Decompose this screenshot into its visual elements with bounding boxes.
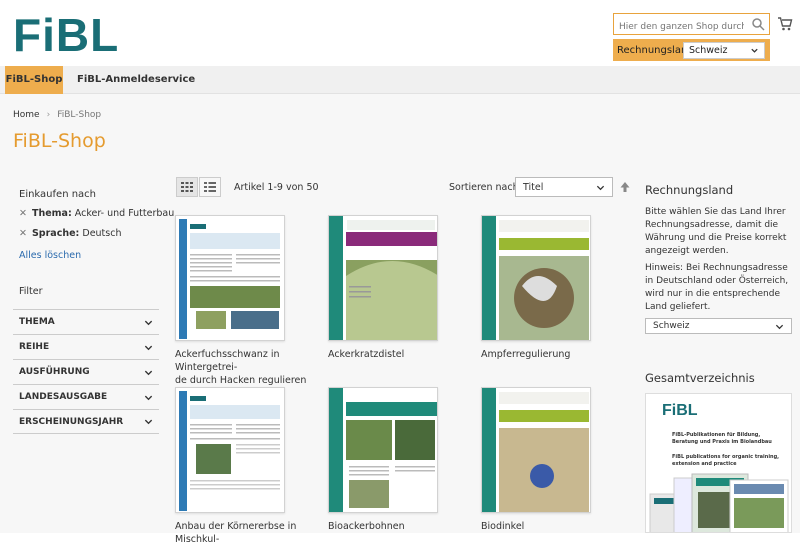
product-title[interactable]: Bioackerbohnen	[328, 520, 478, 533]
filter-heading: Filter	[19, 286, 43, 297]
fibl-logo[interactable]: FiBL	[13, 12, 119, 58]
breadcrumb-home[interactable]: Home	[13, 110, 40, 120]
list-icon	[204, 182, 216, 192]
product-cover-image	[176, 216, 284, 340]
billing-country-bar: Rechnungsland Schweiz	[613, 39, 770, 61]
chevron-down-icon	[751, 48, 758, 53]
chevron-down-icon	[775, 324, 784, 329]
billing-country-select-sidebar[interactable]: Schweiz	[645, 318, 792, 334]
remove-filter-icon[interactable]: ✕	[19, 228, 27, 239]
product-card[interactable]	[328, 387, 438, 513]
billing-country-value: Schweiz	[689, 44, 728, 56]
product-title[interactable]: Anbau der Körnererbse in Mischkul-	[175, 520, 325, 546]
catalog-line-1: FiBL-Publikationen für Bildung, Beratung…	[672, 432, 772, 445]
filter-name: Thema:	[31, 208, 72, 219]
chevron-down-icon	[144, 345, 153, 350]
chevron-down-icon	[596, 185, 605, 190]
product-title-line: Ackerfuchsschwanz in Wintergetrei-	[175, 349, 280, 373]
active-filter-thema: ✕ Thema: Acker- und Futterbau	[19, 208, 174, 219]
product-card[interactable]	[328, 215, 438, 341]
facet-landesausgabe[interactable]: LANDESAUSGABE	[13, 384, 159, 409]
facet-label: REIHE	[19, 342, 50, 352]
main-nav: FiBL-Shop FiBL-Anmeldeservice	[0, 66, 800, 94]
shopping-by-heading: Einkaufen nach	[19, 189, 97, 200]
page-title: FiBL-Shop	[13, 130, 106, 152]
sort-value: Titel	[523, 181, 544, 193]
clear-all-link[interactable]: Alles löschen	[19, 250, 81, 261]
catalog-image[interactable]: FiBL FiBL-Publikationen für Bildung, Ber…	[645, 393, 792, 533]
billing-country-info: Bitte wählen Sie das Land Ihrer Rechnung…	[645, 207, 787, 256]
chevron-down-icon	[144, 320, 153, 325]
search-input[interactable]	[614, 17, 749, 37]
facet-label: AUSFÜHRUNG	[19, 367, 90, 377]
sort-label: Sortieren nach	[449, 182, 519, 193]
search-icon[interactable]	[751, 17, 765, 31]
billing-country-notice: Hinweis: Bei Rechnungsadresse in Deutsch…	[645, 263, 789, 312]
chevron-down-icon	[144, 395, 153, 400]
cart-icon[interactable]	[777, 16, 793, 32]
breadcrumb-separator: ›	[46, 110, 51, 120]
tab-fibl-anmeldeservice[interactable]: FiBL-Anmeldeservice	[77, 66, 195, 94]
tab-fibl-shop[interactable]: FiBL-Shop	[5, 66, 63, 94]
product-title[interactable]: Biodinkel	[481, 520, 631, 533]
product-card[interactable]	[481, 215, 591, 341]
list-view-button[interactable]	[199, 177, 221, 197]
active-filter-sprache: ✕ Sprache: Deutsch	[19, 228, 121, 239]
product-cover-image	[329, 216, 437, 340]
facet-label: THEMA	[19, 317, 55, 327]
chevron-down-icon	[144, 370, 153, 375]
product-cover-image	[482, 216, 590, 340]
filter-name: Sprache:	[31, 228, 80, 239]
breadcrumb: Home › FiBL-Shop	[13, 110, 101, 120]
item-count: Artikel 1-9 von 50	[234, 182, 319, 193]
product-title[interactable]: Ackerfuchsschwanz in Wintergetrei-de dur…	[175, 348, 325, 387]
product-cover-image	[329, 388, 437, 512]
remove-filter-icon[interactable]: ✕	[19, 208, 27, 219]
product-card[interactable]	[175, 215, 285, 341]
sort-direction-icon[interactable]	[619, 181, 631, 193]
filter-value: Acker- und Futterbau	[74, 208, 175, 219]
grid-view-button[interactable]	[176, 177, 198, 197]
filter-value: Deutsch	[82, 228, 122, 239]
product-title-line: de durch Hacken regulieren	[175, 375, 307, 386]
product-title[interactable]: Ackerkratzdistel	[328, 348, 478, 361]
product-cover-image	[482, 388, 590, 512]
product-title[interactable]: Ampferregulierung	[481, 348, 631, 361]
facet-label: ERSCHEINUNGSJAHR	[19, 416, 124, 427]
facet-thema[interactable]: THEMA	[13, 309, 159, 334]
grid-icon	[181, 182, 193, 192]
billing-country-value: Schweiz	[653, 321, 690, 331]
facet-label: LANDESAUSGABE	[19, 392, 108, 402]
catalog-cover-collage	[649, 473, 789, 532]
billing-country-select[interactable]: Schweiz	[683, 41, 765, 59]
facet-erscheinungsjahr[interactable]: ERSCHEINUNGSJAHR	[13, 409, 159, 434]
product-card[interactable]	[481, 387, 591, 513]
billing-country-label: Rechnungsland	[617, 44, 694, 56]
catalog-heading: Gesamtverzeichnis	[645, 371, 755, 385]
sort-select[interactable]: Titel	[515, 177, 613, 197]
product-cover-image	[176, 388, 284, 512]
catalog-logo: FiBL	[662, 402, 698, 419]
billing-country-heading: Rechnungsland	[645, 183, 734, 197]
catalog-line-2: FiBL publications for organic training, …	[672, 454, 780, 467]
facet-reihe[interactable]: REIHE	[13, 334, 159, 359]
breadcrumb-current: FiBL-Shop	[57, 110, 102, 120]
search-box[interactable]	[613, 13, 770, 37]
product-card[interactable]	[175, 387, 285, 513]
facet-ausfuehrung[interactable]: AUSFÜHRUNG	[13, 359, 159, 384]
chevron-down-icon	[144, 419, 153, 425]
